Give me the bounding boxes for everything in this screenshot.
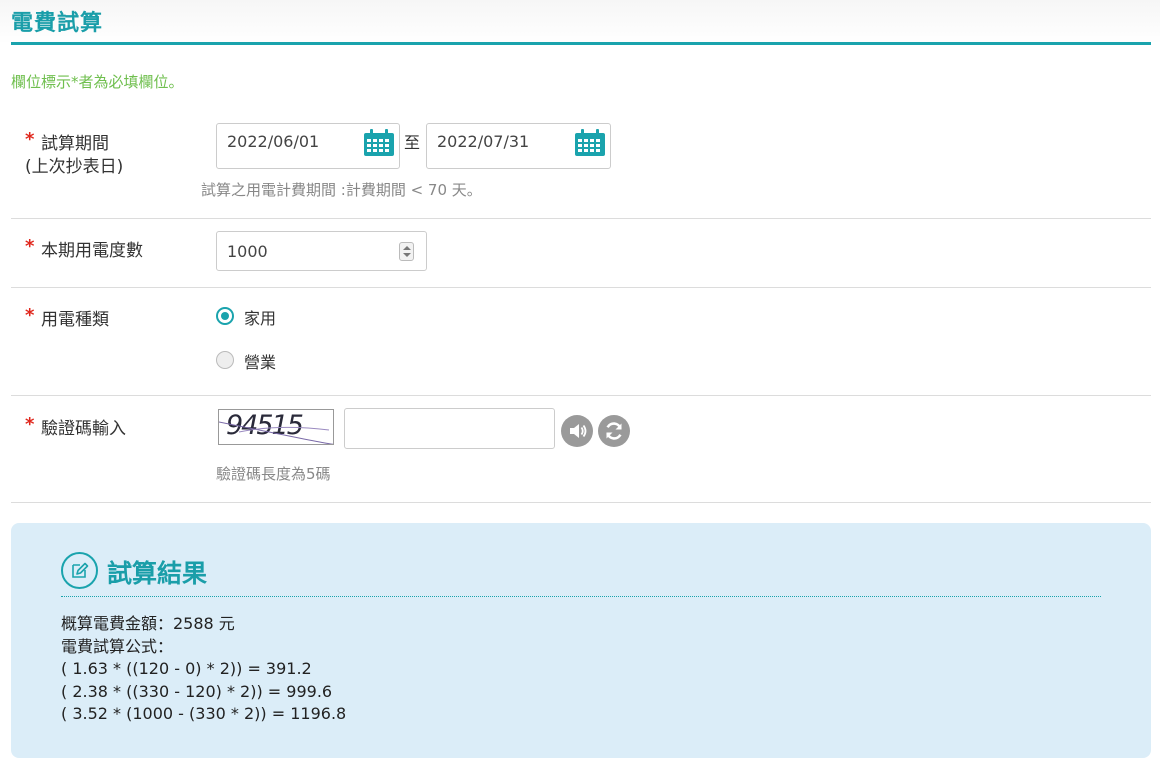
- required-star: *: [25, 129, 35, 150]
- captcha-image: 94515: [218, 409, 334, 445]
- captcha-input[interactable]: [344, 408, 555, 449]
- captcha-label: 驗證碼輸入: [41, 419, 126, 439]
- row-divider: [11, 395, 1151, 396]
- refresh-captcha-button[interactable]: [598, 415, 630, 447]
- required-star: *: [25, 305, 35, 326]
- result-lines: 概算電費金額：2588 元 電費試算公式： ( 1.63 * ((120 - 0…: [61, 613, 346, 726]
- result-icon-circle: [61, 552, 98, 589]
- date-range-separator: 至: [404, 133, 421, 152]
- required-star: *: [25, 414, 35, 435]
- start-date-input[interactable]: 2022/06/01: [216, 123, 400, 169]
- page-title: 電費試算: [11, 11, 104, 36]
- speaker-icon: [570, 424, 587, 438]
- radio-household-label[interactable]: 家用: [244, 305, 276, 329]
- spinner-up-icon[interactable]: [403, 246, 411, 250]
- row-divider: [11, 287, 1151, 288]
- row-divider: [11, 502, 1151, 503]
- title-divider: [11, 42, 1151, 45]
- captcha-hint: 驗證碼長度為5碼: [216, 465, 331, 483]
- row-divider: [11, 218, 1151, 219]
- result-amount: 概算電費金額：2588 元: [61, 614, 235, 633]
- radio-selected-dot: [221, 312, 229, 320]
- required-note: 欄位標示*者為必填欄位。: [11, 73, 184, 91]
- radio-household[interactable]: [216, 307, 234, 325]
- result-panel: 試算結果 概算電費金額：2588 元 電費試算公式： ( 1.63 * ((12…: [11, 523, 1151, 758]
- type-label: 用電種類: [41, 310, 109, 330]
- number-spinner[interactable]: [399, 242, 414, 261]
- edit-icon: [72, 562, 89, 578]
- end-date-input[interactable]: 2022/07/31: [426, 123, 611, 169]
- radio-business-label[interactable]: 營業: [244, 349, 276, 373]
- result-formula-heading: 電費試算公式：: [61, 636, 174, 656]
- refresh-icon: [606, 422, 622, 440]
- result-title: 試算結果: [107, 559, 208, 588]
- header-bar: 電費試算: [0, 0, 1160, 44]
- calendar-icon[interactable]: [574, 128, 606, 157]
- result-formula-line: ( 1.63 * ((120 - 0) * 2)) = 391.2: [61, 659, 312, 678]
- start-date-value: 2022/06/01: [227, 132, 320, 151]
- period-label-sub: (上次抄表日): [25, 157, 124, 177]
- end-date-value: 2022/07/31: [437, 132, 530, 151]
- usage-number-input[interactable]: 1000: [216, 231, 427, 271]
- radio-business[interactable]: [216, 351, 234, 369]
- captcha-noise-lines: [219, 421, 333, 444]
- period-hint: 試算之用電計費期間 :計費期間 < 70 天。: [201, 181, 482, 199]
- result-formula-line: ( 2.38 * ((330 - 120) * 2)) = 999.6: [61, 681, 333, 701]
- usage-value: 1000: [227, 242, 268, 261]
- period-label: 試算期間: [41, 134, 109, 154]
- result-formula-line: ( 3.52 * (1000 - (330 * 2)) = 1196.8: [61, 704, 347, 723]
- usage-label: 本期用電度數: [41, 241, 143, 261]
- calendar-icon[interactable]: [363, 128, 395, 157]
- audio-button[interactable]: [561, 415, 593, 447]
- required-star: *: [25, 236, 35, 257]
- result-divider: [61, 596, 1101, 597]
- spinner-down-icon[interactable]: [403, 253, 411, 257]
